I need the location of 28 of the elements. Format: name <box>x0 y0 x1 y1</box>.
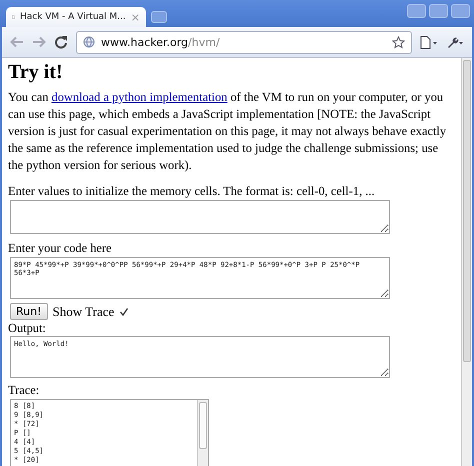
download-link[interactable]: download a python implementation <box>52 90 228 104</box>
code-label: Enter your code here <box>8 240 113 256</box>
scrollbar[interactable] <box>197 400 208 466</box>
close-button[interactable] <box>451 4 470 18</box>
reload-icon[interactable] <box>54 35 68 49</box>
page-heading: Try it! <box>8 61 64 83</box>
memory-label: Enter values to initialize the memory cells. The format is: cell-0, cell-1, ... <box>8 183 376 199</box>
run-button[interactable]: Run! <box>10 303 48 320</box>
star-icon[interactable] <box>392 36 405 48</box>
minimize-button[interactable] <box>407 4 426 18</box>
browser-tab[interactable]: Hack VM - A Virtual M... × <box>6 7 146 27</box>
output-label: Output: <box>8 321 47 336</box>
page-menu-icon[interactable] <box>420 36 438 48</box>
show-trace-label: Show Trace <box>52 304 114 320</box>
intro-paragraph: You can download a python implementation of the VM to run on your computer, or you can use this page, which embeds a JavaScript implementation [NOTE: the JavaScript version is just for casual experimentation on this page, it may not always behave exactly the same as the reference implementation used to judge the challenge submissions; use the python version for serious work). <box>8 89 448 174</box>
address-bar[interactable]: www.hacker.org/hvm/ <box>76 30 412 54</box>
trace-label: Trace: <box>8 382 40 398</box>
back-icon[interactable] <box>10 36 24 48</box>
url-text: www.hacker.org/hvm/ <box>101 36 221 48</box>
wrench-icon[interactable] <box>446 36 464 48</box>
globe-icon <box>83 36 95 48</box>
memory-field[interactable] <box>10 200 390 234</box>
show-trace-checkbox[interactable] <box>119 306 130 316</box>
tab-title: Hack VM - A Virtual M... <box>20 12 126 22</box>
page-scrollbar[interactable] <box>461 58 472 466</box>
maximize-button[interactable] <box>429 4 448 18</box>
new-tab-button[interactable] <box>151 11 167 23</box>
forward-icon[interactable] <box>32 36 46 48</box>
